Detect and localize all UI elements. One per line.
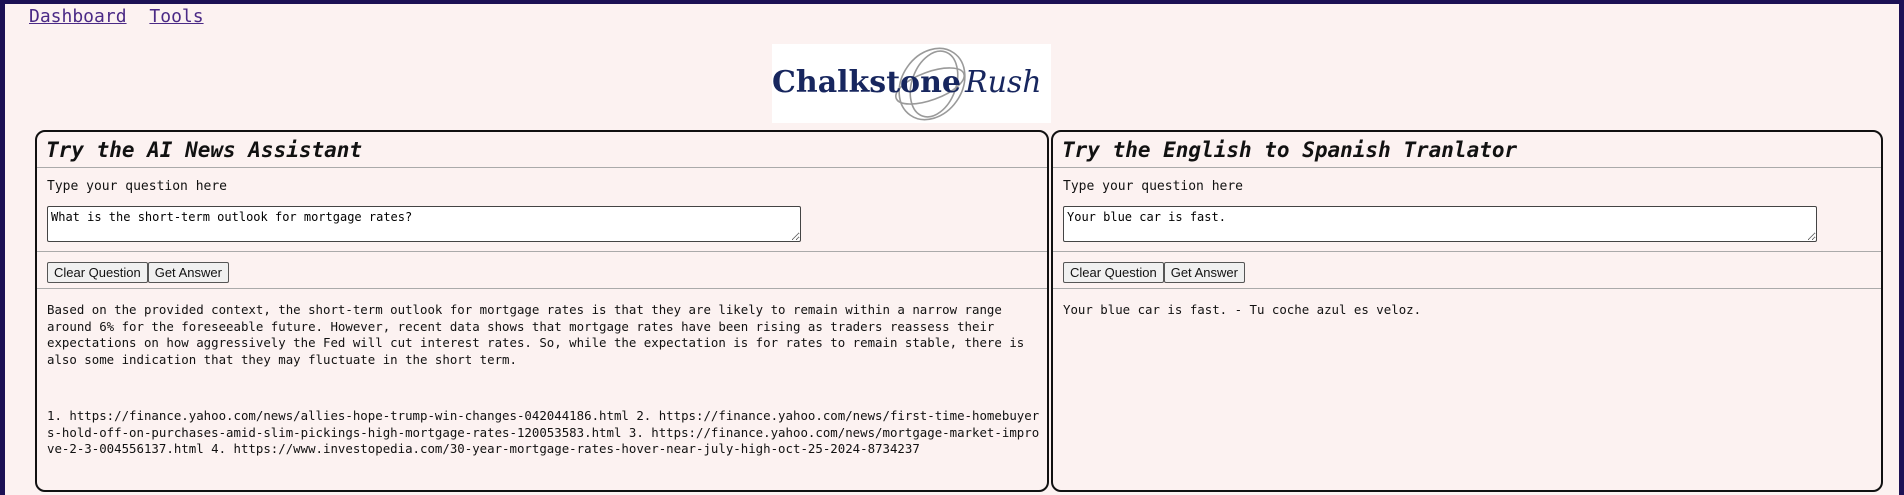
nav-link-tools[interactable]: Tools	[149, 6, 203, 27]
news-sources-list: 1. https://finance.yahoo.com/news/allies…	[47, 408, 1040, 456]
news-assistant-title: Try the AI News Assistant	[37, 132, 1047, 168]
news-assistant-panel: Try the AI News Assistant Type your ques…	[35, 130, 1049, 492]
svg-text:Rush: Rush	[964, 65, 1042, 100]
divider	[1053, 288, 1881, 289]
news-get-answer-button[interactable]: Get Answer	[147, 262, 229, 283]
top-nav: Dashboard Tools	[29, 6, 216, 27]
translator-button-group: Clear Question Get Answer	[1063, 262, 1245, 283]
svg-text:Chalkstone: Chalkstone	[772, 65, 961, 100]
translator-answer-text: Your blue car is fast. - Tu coche azul e…	[1063, 302, 1422, 317]
nav-link-dashboard[interactable]: Dashboard	[29, 6, 127, 27]
translator-question-input[interactable]: Your blue car is fast.	[1063, 206, 1817, 242]
news-answer-text: Based on the provided context, the short…	[47, 302, 1032, 367]
chalkstone-rush-logo: Chalkstone Rush	[772, 44, 1051, 123]
translator-panel: Try the English to Spanish Tranlator Typ…	[1051, 130, 1883, 492]
divider	[1053, 251, 1881, 252]
news-button-group: Clear Question Get Answer	[47, 262, 229, 283]
news-question-label: Type your question here	[47, 179, 228, 194]
news-question-input[interactable]: What is the short-term outlook for mortg…	[47, 206, 801, 242]
translator-clear-question-button[interactable]: Clear Question	[1063, 262, 1164, 283]
divider	[37, 251, 1047, 252]
translator-question-label: Type your question here	[1063, 179, 1244, 194]
translator-title: Try the English to Spanish Tranlator	[1053, 132, 1881, 168]
translator-get-answer-button[interactable]: Get Answer	[1163, 262, 1245, 283]
news-clear-question-button[interactable]: Clear Question	[47, 262, 148, 283]
divider	[37, 288, 1047, 289]
